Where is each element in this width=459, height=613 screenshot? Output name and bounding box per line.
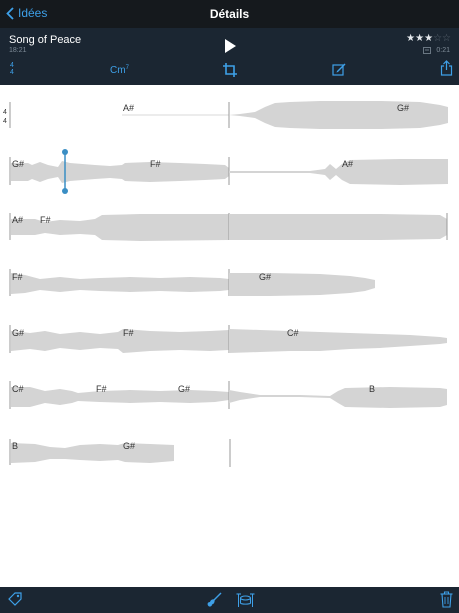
chord-label[interactable]: F# [12, 272, 23, 282]
time-sig-top: 4 [10, 62, 14, 69]
star-2[interactable]: ★ [415, 33, 424, 44]
device-icon [423, 47, 432, 54]
page-title: Détails [209, 7, 250, 21]
score-row: B G# [9, 439, 231, 467]
chord-label[interactable]: G# [12, 159, 24, 169]
star-1[interactable]: ★ [406, 33, 415, 44]
score-area: .wf { fill: #d4d4d4; } .bar { stroke: #9… [0, 85, 459, 587]
score-time-sig-top: 4 [3, 109, 7, 116]
song-time: 18:21 [9, 47, 27, 54]
nav-bar: Idées Détails [0, 0, 459, 28]
score-row: A# F# [9, 213, 448, 241]
trash-icon[interactable] [440, 591, 453, 608]
time-signature-button[interactable]: 4 4 [10, 62, 14, 76]
chord-label[interactable]: F# [40, 215, 51, 225]
rating-stars[interactable]: ★★★☆☆ [406, 33, 451, 44]
key-root: Cm [110, 65, 126, 76]
chord-label[interactable]: A# [123, 103, 134, 113]
guitar-icon[interactable] [206, 592, 222, 608]
playhead-handle-bottom[interactable] [62, 188, 68, 194]
drums-icon[interactable] [236, 591, 255, 608]
song-title: Song of Peace [9, 34, 82, 46]
share-icon[interactable] [440, 60, 453, 76]
key-ext: 7 [125, 65, 129, 71]
chord-label[interactable]: G# [12, 328, 24, 338]
key-button[interactable]: Cm7 [110, 65, 129, 76]
chord-label[interactable]: C# [287, 328, 299, 338]
chord-label[interactable]: F# [123, 328, 134, 338]
score-row: G# F# C# [9, 325, 447, 353]
chord-label[interactable]: G# [259, 272, 271, 282]
star-4[interactable]: ☆ [433, 33, 442, 44]
song-duration: 0:21 [436, 47, 450, 54]
score-row: G# F# A# [9, 149, 448, 194]
chord-label[interactable]: G# [178, 384, 190, 394]
edit-icon[interactable] [332, 62, 346, 76]
score-row: C# F# G# B [9, 381, 447, 409]
crop-icon[interactable] [222, 62, 238, 78]
chord-label[interactable]: A# [12, 215, 23, 225]
chord-label[interactable]: B [369, 384, 375, 394]
score-row: F# G# [9, 269, 375, 296]
chord-label[interactable]: F# [96, 384, 107, 394]
star-3[interactable]: ★ [424, 33, 433, 44]
play-button[interactable] [222, 38, 238, 54]
chord-label[interactable]: B [12, 441, 18, 451]
tag-icon[interactable] [8, 592, 22, 606]
chord-label[interactable]: C# [12, 384, 24, 394]
playhead-handle-top[interactable] [62, 149, 68, 155]
duration-row: 0:21 [423, 47, 450, 54]
star-5[interactable]: ☆ [442, 33, 451, 44]
chord-label[interactable]: F# [150, 159, 161, 169]
song-header: Song of Peace 18:21 ★★★☆☆ 0:21 4 4 Cm7 [0, 28, 459, 85]
chord-label[interactable]: G# [397, 103, 409, 113]
score-row: 4 4 A# G# [3, 101, 448, 129]
score-time-sig-bottom: 4 [3, 118, 7, 125]
time-sig-bottom: 4 [10, 69, 14, 76]
bottom-toolbar [0, 587, 459, 613]
chord-label[interactable]: G# [123, 441, 135, 451]
chord-label[interactable]: A# [342, 159, 353, 169]
